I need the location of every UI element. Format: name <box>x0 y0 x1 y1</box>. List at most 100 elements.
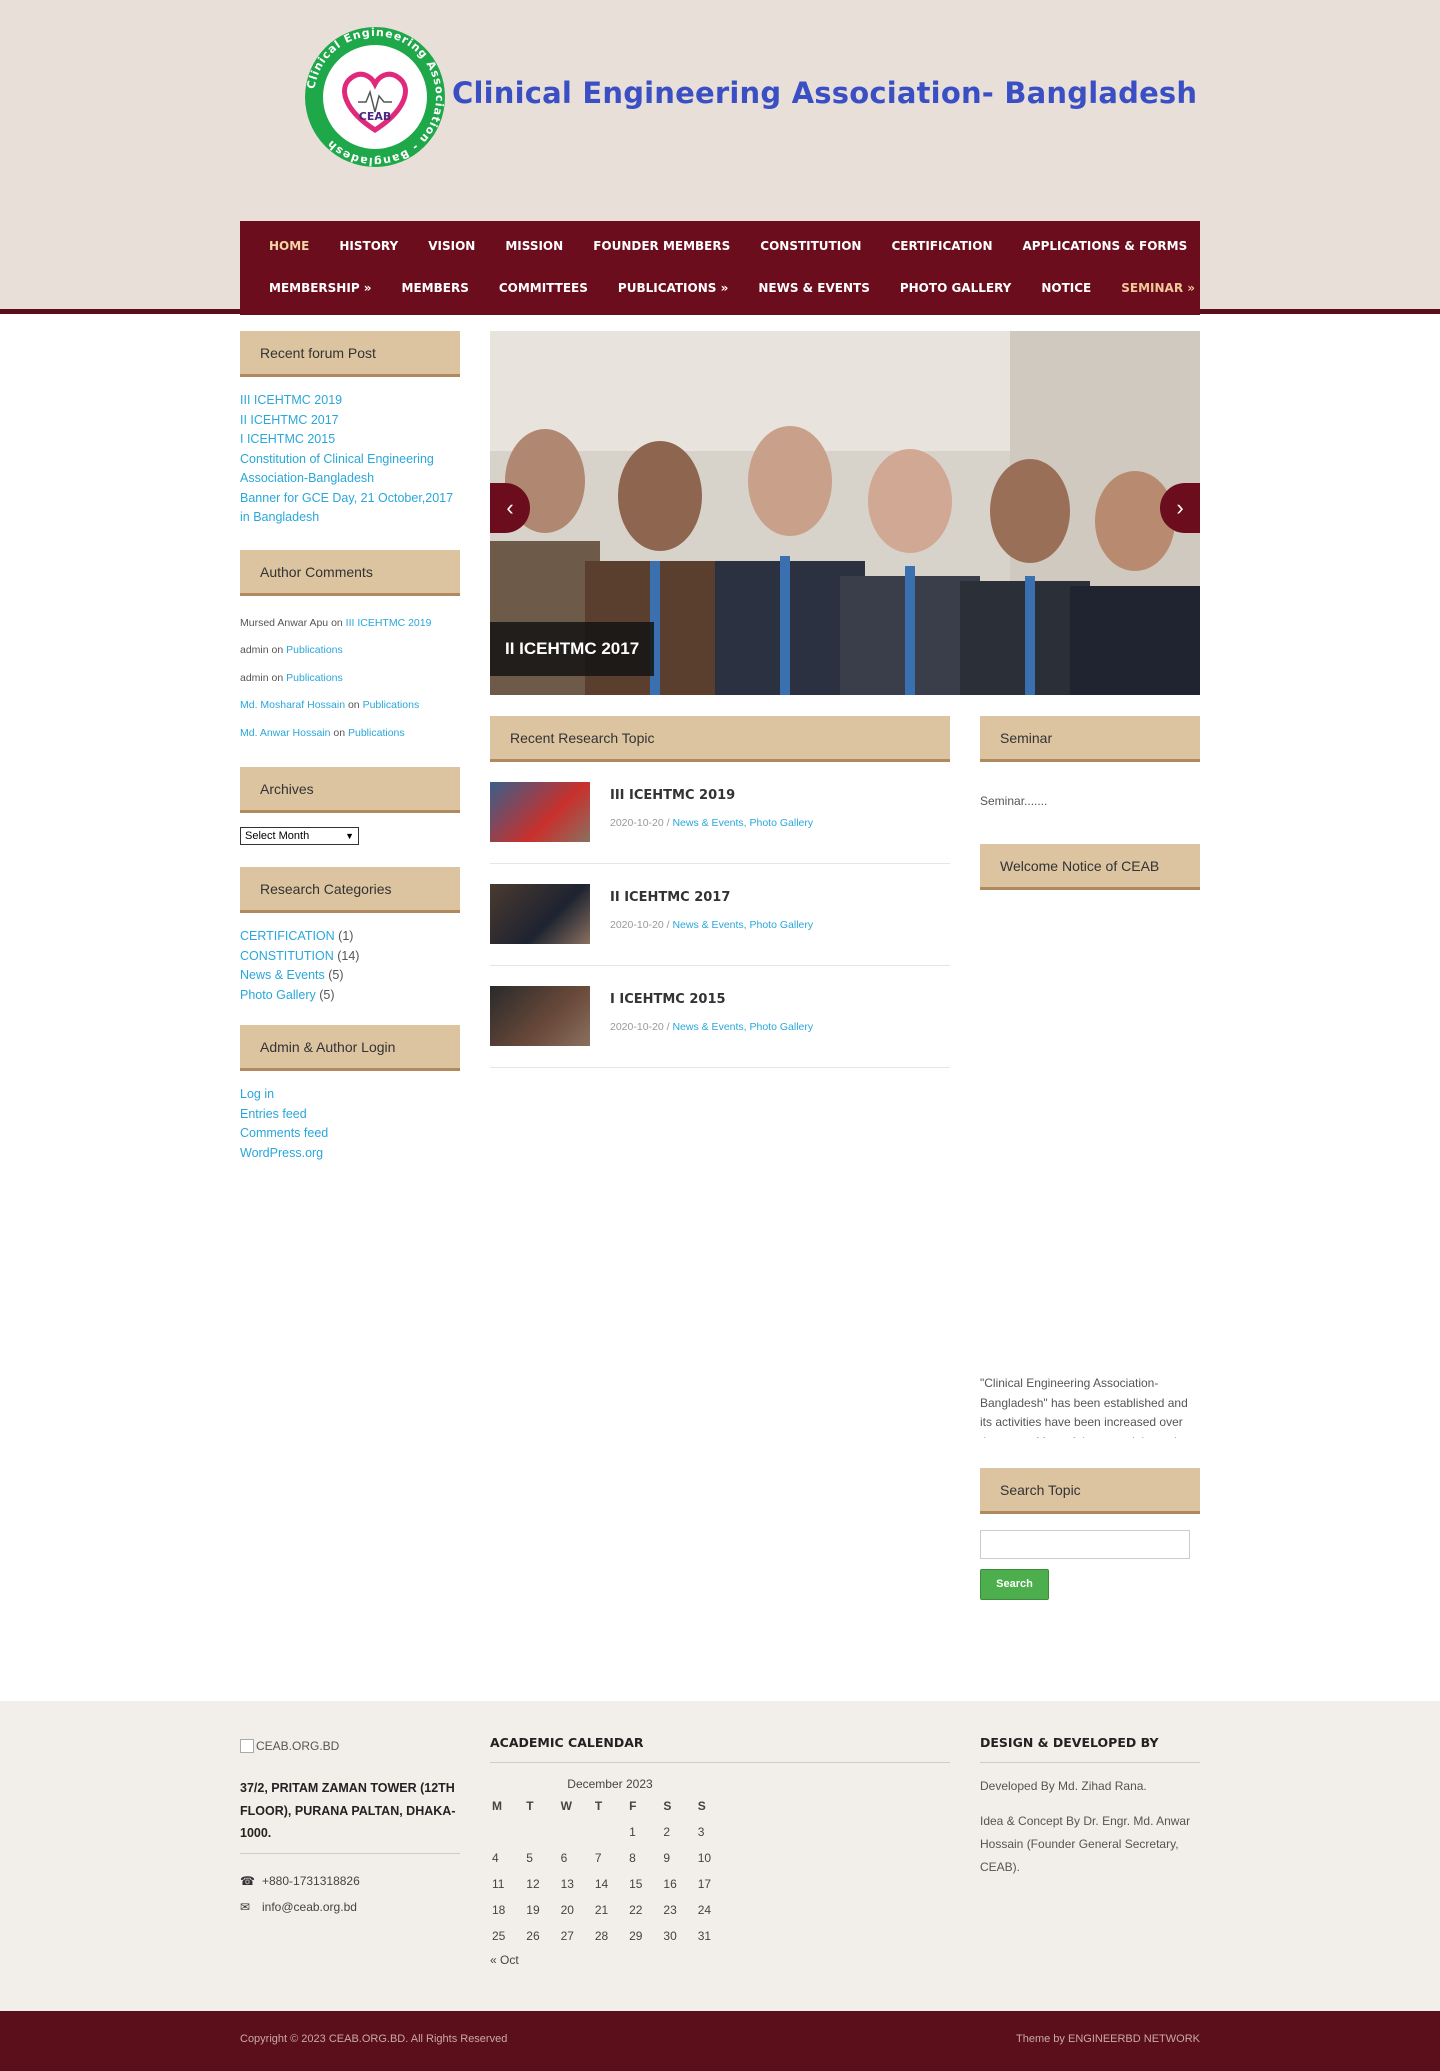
login-link[interactable]: Comments feed <box>240 1124 460 1144</box>
site-header: Clinical Engineering Association - Bangl… <box>0 0 1440 315</box>
logo-center-text: CEAB <box>359 110 391 123</box>
nav-row-2: MEMBERSHIP » MEMBERS COMMITTEES PUBLICATION… <box>254 267 1195 309</box>
search-input[interactable] <box>980 1530 1190 1559</box>
recent-post-link[interactable]: Constitution of Clinical Engineering Ass… <box>240 450 460 489</box>
recent-post-link[interactable]: Banner for GCE Day, 21 October,2017 in B… <box>240 489 460 528</box>
author-comments-title: Author Comments <box>240 549 460 596</box>
calendar-day: 9 <box>663 1851 671 1865</box>
main-content: II ICEHTMC 2017 ‹ › Recent Research Topi… <box>490 331 1200 1068</box>
comment-post-link[interactable]: III ICEHTMC 2019 <box>346 617 432 629</box>
post-thumbnail[interactable] <box>490 884 590 944</box>
nav-item-photo-gallery[interactable]: PHOTO GALLERY <box>885 281 1027 295</box>
comment-post-link[interactable]: Publications <box>286 644 343 656</box>
image-slider[interactable]: II ICEHTMC 2017 ‹ › <box>490 331 1200 695</box>
category-link[interactable]: Photo Gallery <box>240 988 316 1002</box>
nav-item-members[interactable]: MEMBERS <box>387 281 484 295</box>
post-meta: 2020-10-20 / News & Events, Photo Galler… <box>610 817 813 829</box>
nav-item-constitution[interactable]: CONSTITUTION <box>745 239 876 253</box>
left-sidebar: Recent forum Post III ICEHTMC 2019 II ICE… <box>240 331 460 1163</box>
nav-item-publications[interactable]: PUBLICATIONS » <box>603 281 743 295</box>
email-address: info@ceab.org.bd <box>262 1899 357 1914</box>
footer-logo[interactable]: CEAB.ORG.BD <box>240 1731 460 1761</box>
chevron-left-icon: ‹ <box>506 495 514 520</box>
calendar-day: 5 <box>526 1851 533 1865</box>
calendar-body: 1 2 3 4 5 6 7 8 9 10 11 12 13 14 15 16 17 18 19 20 21 22 23 24 2… <box>490 1819 730 1949</box>
category-link[interactable]: News & Events <box>240 968 325 982</box>
research-categories-title: Research Categories <box>240 867 460 913</box>
post-categories[interactable]: News & Events, Photo Gallery <box>672 817 813 829</box>
comment-author[interactable]: Md. Mosharaf Hossain <box>240 699 345 711</box>
recent-post-link[interactable]: III ICEHTMC 2019 <box>240 391 460 411</box>
post-thumbnail[interactable] <box>490 986 590 1046</box>
nav-item-history[interactable]: HISTORY <box>324 239 413 253</box>
nav-item-certification[interactable]: CERTIFICATION <box>876 239 1007 253</box>
comment-author: Mursed Anwar Apu <box>240 616 329 629</box>
nav-item-seminar[interactable]: SEMINAR » <box>1106 281 1210 295</box>
welcome-notice-text: "Clinical Engineering Association-Bangla… <box>980 1376 1197 1438</box>
post-meta: 2020-10-20 / News & Events, Photo Galler… <box>610 1021 813 1033</box>
category-count: (5) <box>328 968 344 982</box>
welcome-notice-body: "Clinical Engineering Association-Bangla… <box>980 890 1200 1438</box>
seminar-title: Seminar <box>980 716 1200 762</box>
calendar-table: MTWTFSS 1 2 3 4 5 6 7 8 9 10 11 12 13 14 15 16 17 18 19 20 2… <box>490 1793 730 1949</box>
comment-author[interactable]: Md. Anwar Hossain <box>240 727 330 739</box>
post-categories[interactable]: News & Events, Photo Gallery <box>672 919 813 931</box>
post-thumbnail[interactable] <box>490 782 590 842</box>
nav-item-notice[interactable]: NOTICE <box>1026 281 1106 295</box>
research-post: II ICEHTMC 2017 2020-10-20 / News & Event… <box>490 864 950 966</box>
author-comments-list: Mursed Anwar Apu on III ICEHTMC 2019 admi… <box>240 610 460 748</box>
calendar-prev-link[interactable]: « Oct <box>490 1953 950 1967</box>
post-date: 2020-10-20 / <box>610 919 670 931</box>
calendar-day-header: W <box>560 1799 572 1813</box>
login-link[interactable]: WordPress.org <box>240 1144 460 1164</box>
nav-item-committees[interactable]: COMMITTEES <box>484 281 603 295</box>
envelope-icon: ✉ <box>240 1899 251 1914</box>
nav-item-news-events[interactable]: NEWS & EVENTS <box>743 281 885 295</box>
nav-item-applications-forms[interactable]: APPLICATIONS & FORMS <box>1008 239 1203 253</box>
calendar-day: 29 <box>629 1929 643 1943</box>
calendar-day: 23 <box>663 1903 677 1917</box>
login-link[interactable]: Log in <box>240 1085 460 1105</box>
slide-caption[interactable]: II ICEHTMC 2017 <box>490 622 655 676</box>
email-row: ✉ info@ceab.org.bd <box>240 1894 460 1920</box>
broken-image-icon <box>240 1739 254 1753</box>
recent-post-link[interactable]: II ICEHTMC 2017 <box>240 411 460 431</box>
recent-research-title: Recent Research Topic <box>490 716 950 762</box>
calendar-day: 12 <box>526 1877 540 1891</box>
nav-item-founder-members[interactable]: FOUNDER MEMBERS <box>578 239 745 253</box>
comment-post-link[interactable]: Publications <box>363 699 420 711</box>
login-link[interactable]: Entries feed <box>240 1105 460 1125</box>
footer-logo-alt: CEAB.ORG.BD <box>256 1739 340 1753</box>
search-button[interactable]: Search <box>980 1569 1049 1600</box>
calendar-week: 1 2 3 <box>490 1819 730 1845</box>
recent-post-link[interactable]: I ICEHTMC 2015 <box>240 430 460 450</box>
site-title[interactable]: Clinical Engineering Association- Bangla… <box>452 76 1197 110</box>
nav-item-membership[interactable]: MEMBERSHIP » <box>254 281 387 295</box>
nav-item-mission[interactable]: MISSION <box>490 239 578 253</box>
main-nav: HOME HISTORY VISION MISSION FOUNDER MEMBERS C… <box>240 221 1200 315</box>
footer-calendar: ACADEMIC CALENDAR December 2023 MTWTFSS … <box>490 1735 950 1967</box>
archives-dropdown[interactable]: Select Month ▼ <box>240 827 359 845</box>
category-link[interactable]: CERTIFICATION <box>240 929 335 943</box>
category-item: CONSTITUTION (14) <box>240 947 460 967</box>
category-link[interactable]: CONSTITUTION <box>240 949 334 963</box>
recent-posts-list: III ICEHTMC 2019 II ICEHTMC 2017 I ICEHTMC… <box>240 391 460 528</box>
post-title[interactable]: I ICEHTMC 2015 <box>610 992 726 1007</box>
welcome-notice-title: Welcome Notice of CEAB <box>980 844 1200 890</box>
post-title[interactable]: III ICEHTMC 2019 <box>610 788 735 803</box>
nav-item-home[interactable]: HOME <box>254 239 324 253</box>
post-categories[interactable]: News & Events, Photo Gallery <box>672 1021 813 1033</box>
calendar-week: 4 5 6 7 8 9 10 <box>490 1845 730 1871</box>
phone-icon: ☎ <box>240 1873 255 1888</box>
calendar-day: 7 <box>594 1851 602 1865</box>
comment-author: admin <box>240 671 269 684</box>
nav-item-vision[interactable]: VISION <box>413 239 490 253</box>
archives-dropdown-value: Select Month <box>245 830 310 842</box>
search-topic-title: Search Topic <box>980 1468 1200 1514</box>
comment-post-link[interactable]: Publications <box>348 727 405 739</box>
post-title[interactable]: II ICEHTMC 2017 <box>610 890 730 905</box>
theme-credit[interactable]: Theme by ENGINEERBD NETWORK <box>1016 2033 1200 2045</box>
comment-on: on <box>271 671 284 684</box>
site-logo[interactable]: Clinical Engineering Association - Bangl… <box>304 26 446 168</box>
comment-post-link[interactable]: Publications <box>286 672 343 684</box>
